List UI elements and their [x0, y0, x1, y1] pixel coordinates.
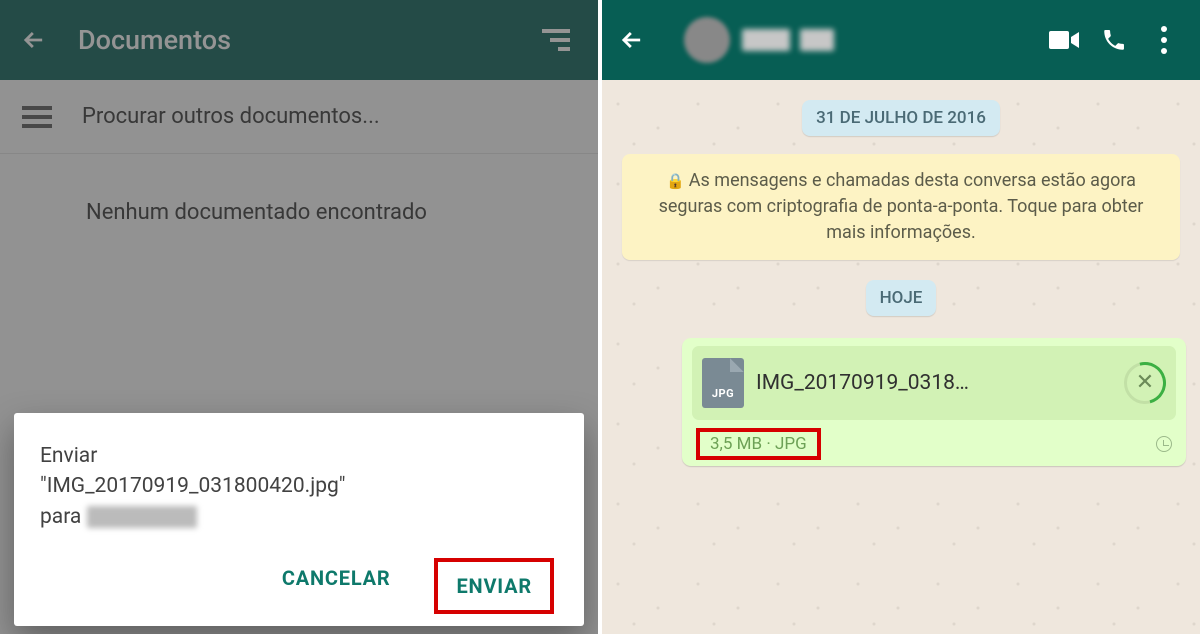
storage-icon: [22, 106, 52, 128]
video-call-button[interactable]: [1042, 18, 1086, 62]
pending-clock-icon: [1156, 436, 1172, 452]
today-chip: HOJE: [866, 280, 937, 316]
file-type-label: JPG: [702, 387, 744, 400]
send-button[interactable]: ENVIAR: [446, 566, 542, 606]
sort-icon[interactable]: [542, 29, 570, 51]
more-menu-button[interactable]: [1142, 18, 1186, 62]
file-attachment: JPG IMG_20170919_0318… ✕: [692, 346, 1176, 420]
file-meta-row: 3,5 MB · JPG: [692, 428, 1176, 460]
dialog-recipient-blurred: [87, 506, 197, 528]
empty-state-text: Nenhum documentado encontrado: [0, 154, 598, 271]
chat-topbar: [602, 0, 1200, 80]
voice-call-button[interactable]: [1092, 18, 1136, 62]
cancel-button[interactable]: CANCELAR: [272, 558, 401, 614]
page-title: Documentos: [78, 24, 542, 56]
date-chip: 31 DE JULHO DE 2016: [802, 100, 1000, 136]
documents-topbar: Documentos: [0, 0, 598, 80]
close-icon: ✕: [1136, 372, 1154, 394]
more-icon: [1157, 22, 1171, 58]
search-other-documents-row[interactable]: Procurar outros documentos...: [0, 80, 598, 154]
file-name: IMG_20170919_0318…: [756, 371, 1112, 395]
dialog-para: para: [40, 505, 87, 529]
chat-body: 31 DE JULHO DE 2016 🔒As mensagens e cham…: [602, 80, 1200, 634]
send-button-highlight: ENVIAR: [434, 558, 554, 614]
documents-list: Procurar outros documentos... Nenhum doc…: [0, 80, 598, 271]
encryption-notice[interactable]: 🔒As mensagens e chamadas desta conversa …: [622, 154, 1180, 260]
dialog-message: Enviar "IMG_20170919_031800420.jpg" para: [40, 441, 558, 532]
dialog-filename: "IMG_20170919_031800420.jpg": [40, 474, 346, 498]
chat-back-button[interactable]: [616, 24, 648, 56]
file-type-icon: JPG: [702, 358, 744, 408]
contact-avatar[interactable]: [684, 17, 730, 63]
chat-screen: 31 DE JULHO DE 2016 🔒As mensagens e cham…: [602, 0, 1200, 634]
file-message-bubble[interactable]: JPG IMG_20170919_0318… ✕ 3,5 MB · JPG: [682, 338, 1186, 466]
contact-name-blurred: [742, 29, 790, 51]
file-meta-text: 3,5 MB · JPG: [710, 434, 807, 454]
back-button[interactable]: [18, 24, 50, 56]
search-other-documents-label: Procurar outros documentos...: [82, 104, 380, 129]
lock-icon: 🔒: [666, 172, 685, 190]
upload-cancel-button[interactable]: ✕: [1124, 362, 1166, 404]
send-confirm-dialog: Enviar "IMG_20170919_031800420.jpg" para…: [14, 413, 584, 626]
file-meta-highlight: 3,5 MB · JPG: [696, 428, 821, 460]
contact-name-area[interactable]: [742, 29, 1036, 51]
contact-name-blurred-2: [800, 29, 834, 51]
dialog-line1: Enviar: [40, 444, 97, 468]
documents-screen: Documentos Procurar outros documentos...…: [0, 0, 598, 634]
encryption-text: As mensagens e chamadas desta conversa e…: [659, 170, 1144, 243]
dialog-actions: CANCELAR ENVIAR: [40, 558, 558, 614]
